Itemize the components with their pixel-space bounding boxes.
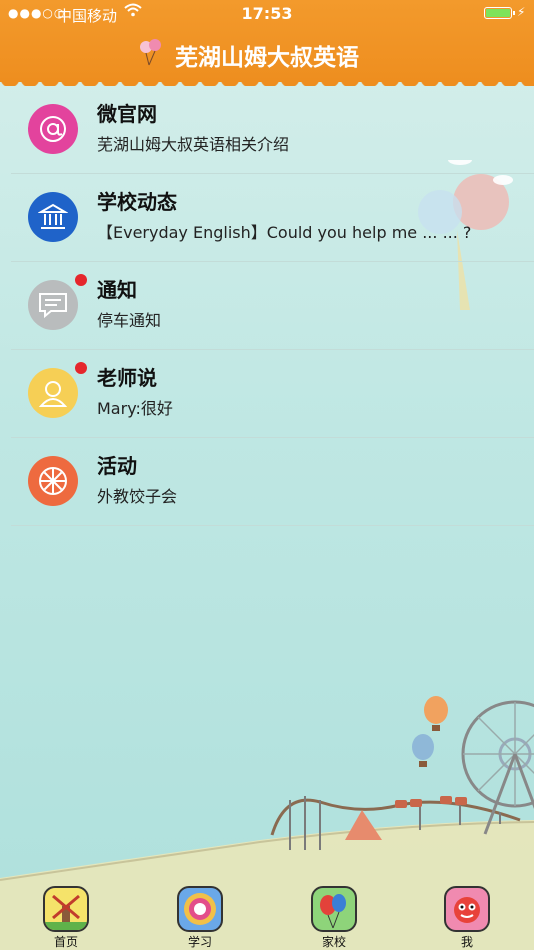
- charging-icon: ⚡: [517, 5, 526, 19]
- tab-label: 我: [460, 935, 473, 949]
- list-item-subtitle: 停车通知: [97, 311, 162, 330]
- list-item-subtitle: 外教饺子会: [97, 487, 178, 506]
- bottom-tab-bar: 首页 学习 家校 我: [0, 884, 534, 950]
- list-icon-circle: [28, 368, 78, 418]
- list-item-title: 老师说: [97, 366, 157, 390]
- balloons-icon: [311, 886, 357, 932]
- list-item-title: 学校动态: [97, 190, 177, 214]
- tab-home-school[interactable]: 家校: [299, 884, 369, 950]
- list-item-school-news[interactable]: 学校动态 【Everyday English】Could you help me…: [11, 174, 534, 262]
- status-bar: ●●●○○ 中国移动 17:53 ⚡: [0, 0, 534, 28]
- tab-me[interactable]: 我: [432, 884, 502, 950]
- header-scallop-edge: [0, 78, 534, 86]
- list-icon-circle: [28, 192, 78, 242]
- tab-label: 首页: [53, 935, 78, 949]
- teacher-icon: [38, 381, 68, 407]
- flower-icon: [39, 467, 67, 495]
- building-icon: [38, 203, 68, 229]
- list-icon-circle: [28, 280, 78, 330]
- unread-badge: [75, 362, 87, 374]
- tab-label: 家校: [321, 935, 346, 949]
- list-item-title: 通知: [97, 278, 137, 302]
- list-item-subtitle: 【Everyday English】Could you help me ... …: [97, 223, 472, 242]
- feature-list: 微官网 芜湖山姆大叔英语相关介绍 学校动态 【Everyday English】…: [0, 86, 534, 526]
- list-item-title: 活动: [97, 454, 137, 478]
- battery-icon: [484, 7, 515, 19]
- list-item-notice[interactable]: 通知 停车通知: [11, 262, 534, 350]
- windmill-icon: [43, 886, 89, 932]
- app-header: ●●●○○ 中国移动 17:53 ⚡ 芜湖山姆大叔英语: [0, 0, 534, 82]
- tab-home[interactable]: 首页: [31, 884, 101, 950]
- target-icon: [177, 886, 223, 932]
- list-item-subtitle: Mary:很好: [97, 399, 173, 418]
- status-time: 17:53: [241, 4, 293, 23]
- list-item-micro-site[interactable]: 微官网 芜湖山姆大叔英语相关介绍: [11, 86, 534, 174]
- list-item-activity[interactable]: 活动 外教饺子会: [11, 438, 534, 526]
- list-item-title: 微官网: [97, 102, 157, 126]
- list-item-teacher-says[interactable]: 老师说 Mary:很好: [11, 350, 534, 438]
- small-balloons-decor: [412, 696, 448, 767]
- unread-badge: [75, 274, 87, 286]
- list-icon-circle: [28, 456, 78, 506]
- at-sign-icon: [40, 116, 66, 142]
- page-title: 芜湖山姆大叔英语: [175, 45, 359, 71]
- monkey-face-icon: [444, 886, 490, 932]
- list-item-subtitle: 芜湖山姆大叔英语相关介绍: [97, 135, 290, 154]
- list-icon-circle: [28, 104, 78, 154]
- tab-study[interactable]: 学习: [165, 884, 235, 950]
- message-icon: [39, 293, 67, 319]
- ferris-wheel-decor: [461, 700, 534, 835]
- tab-label: 学习: [187, 935, 212, 949]
